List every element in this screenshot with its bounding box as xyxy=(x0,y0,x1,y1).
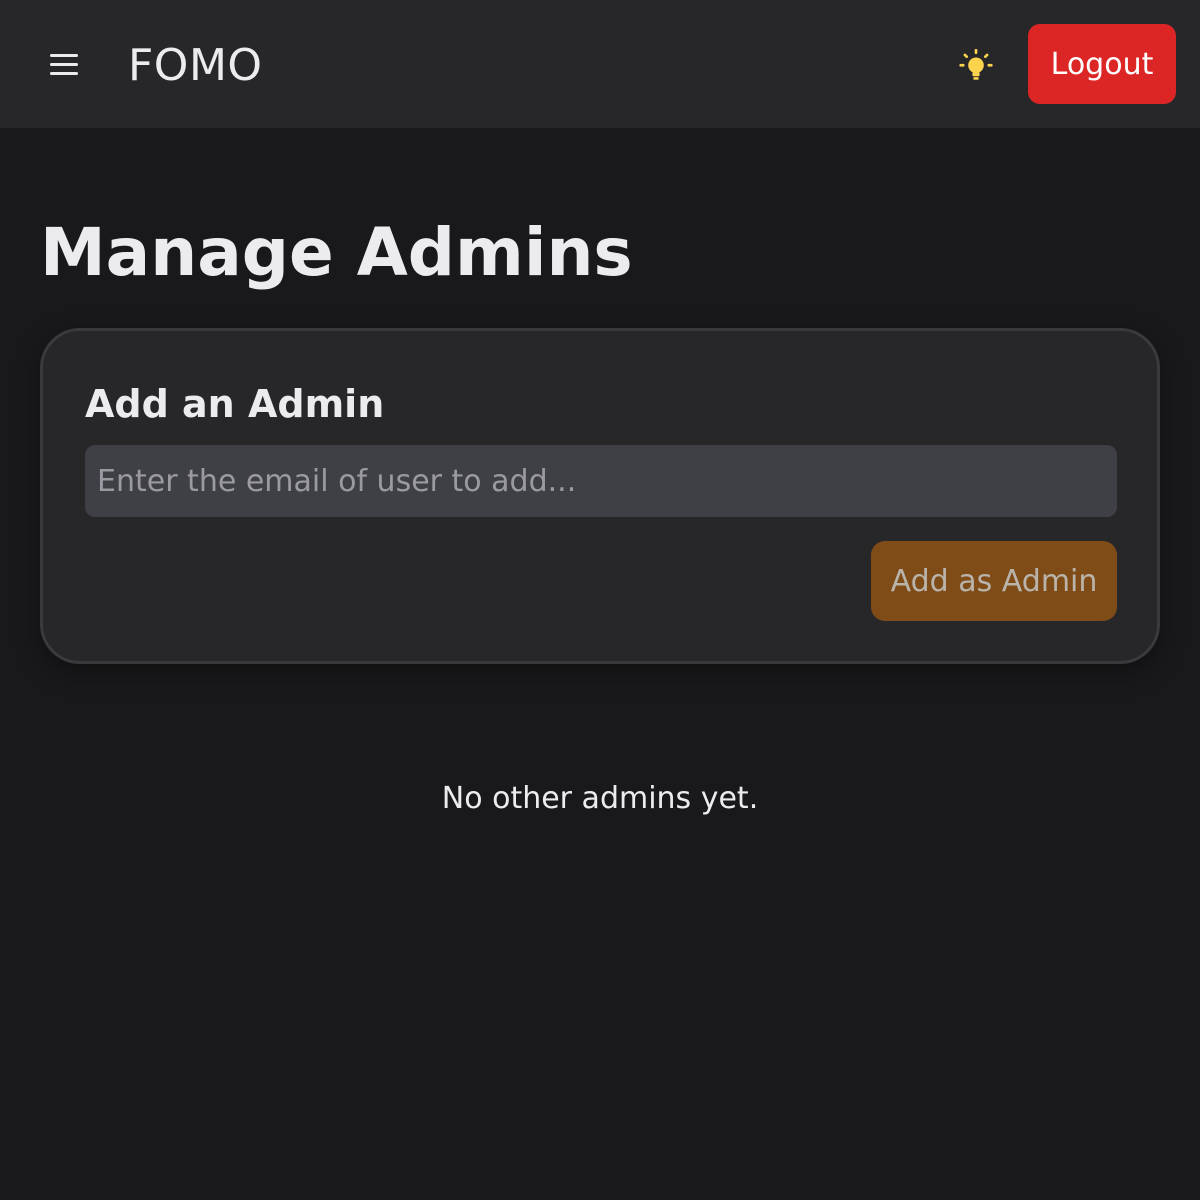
logout-button[interactable]: Logout xyxy=(1028,24,1176,104)
menu-bar-line xyxy=(50,71,78,75)
hamburger-menu-icon[interactable] xyxy=(44,44,84,84)
menu-bar-line xyxy=(50,53,78,57)
top-navbar: FOMO Logout xyxy=(0,0,1200,128)
add-admin-card-title: Add an Admin xyxy=(85,382,385,426)
empty-admins-message: No other admins yet. xyxy=(441,781,759,816)
page-title: Manage Admins xyxy=(40,214,633,291)
admin-email-input[interactable] xyxy=(85,445,1117,517)
lightbulb-icon xyxy=(959,48,993,80)
app-brand[interactable]: FOMO xyxy=(128,38,263,94)
add-as-admin-button[interactable]: Add as Admin xyxy=(871,541,1117,621)
theme-toggle-button[interactable] xyxy=(954,44,998,88)
menu-bar-line xyxy=(50,62,78,66)
add-admin-card: Add an Admin Add as Admin xyxy=(40,328,1160,664)
